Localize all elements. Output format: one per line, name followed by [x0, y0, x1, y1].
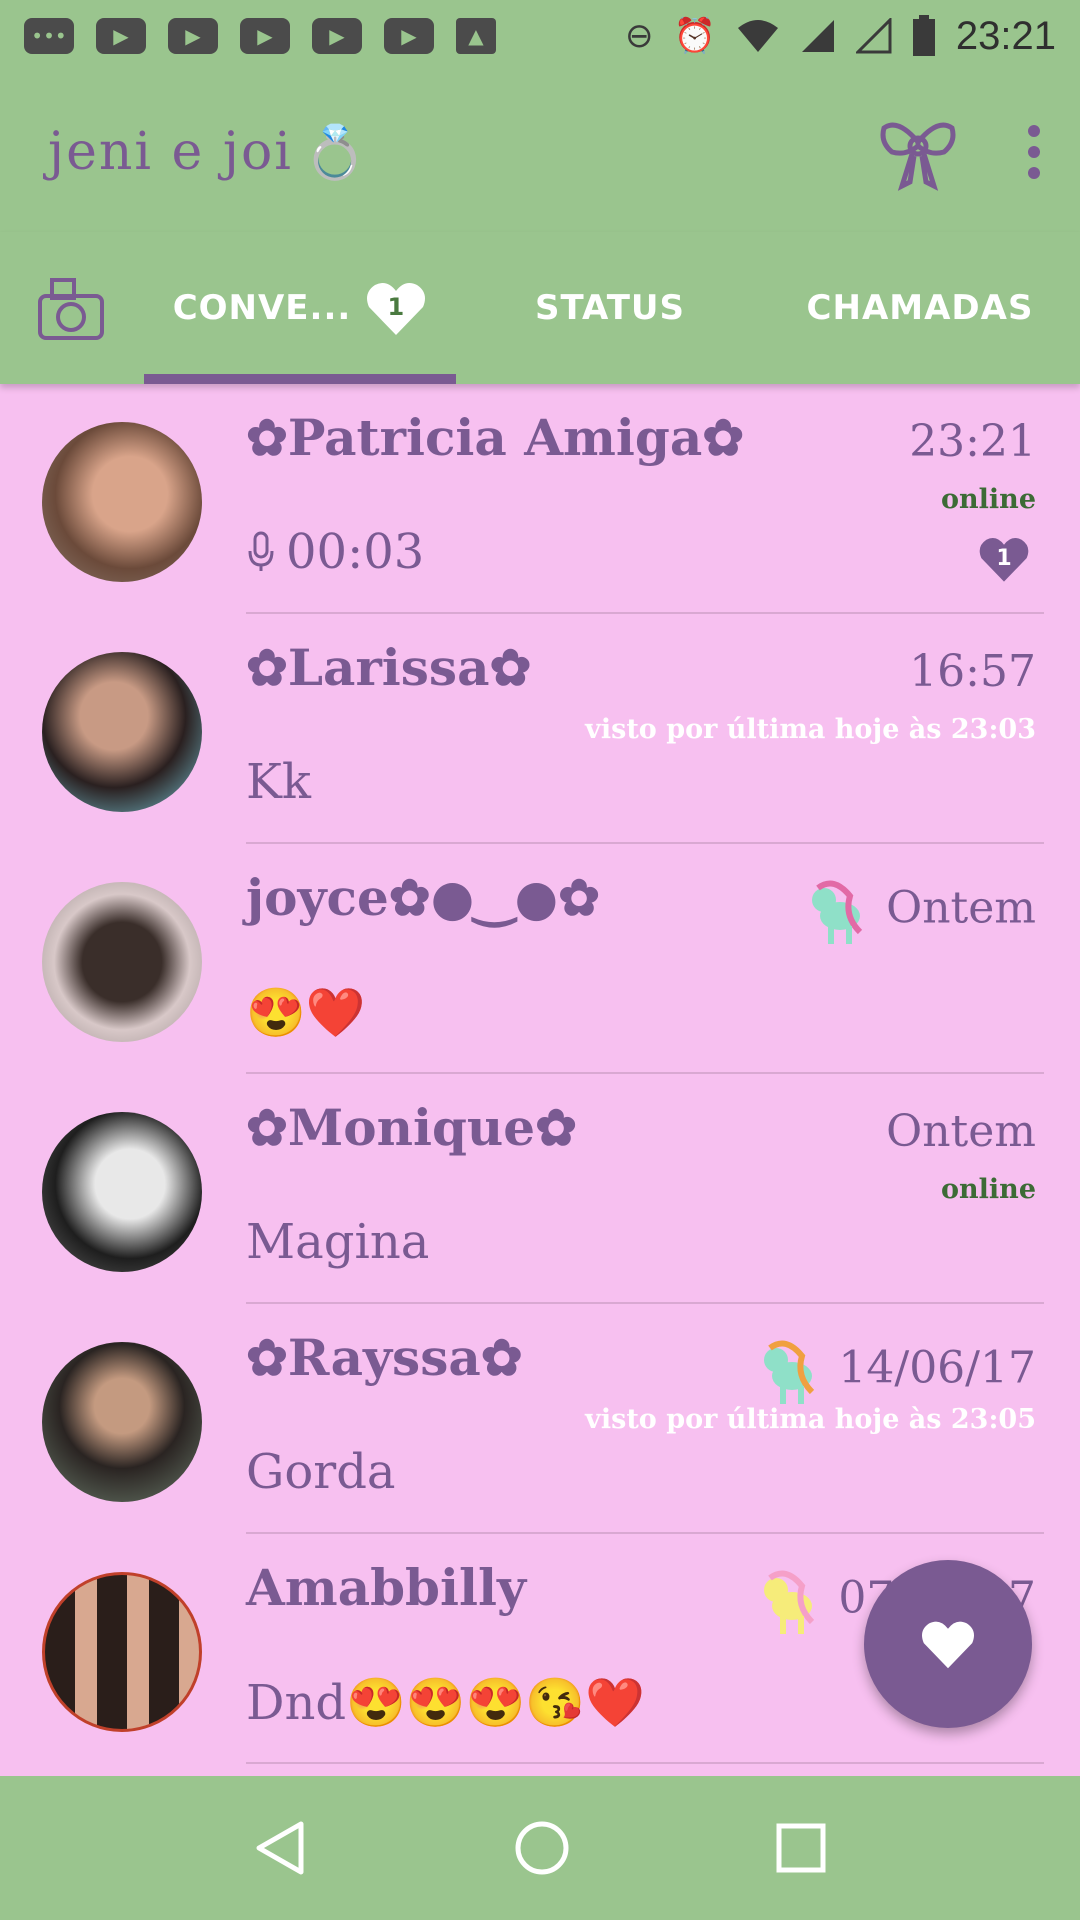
last-message: Dnd😍😍😍😘❤️ [246, 1674, 645, 1731]
gallery-icon: ▲ [456, 18, 496, 54]
chat-row[interactable]: ✿Larissa✿ 16:57 visto por última hoje às… [0, 614, 1080, 844]
status-bar: ••• ▶ ▶ ▶ ▶ ▶ ▲ ⊖ ⏰ 23:21 [0, 0, 1080, 72]
unread-badge: 1 [978, 534, 1030, 584]
messenger-icon: ••• [24, 18, 74, 54]
presence-status: online [941, 1174, 1036, 1205]
message-text: Gorda [246, 1444, 396, 1500]
tab-label: CONVE... [172, 288, 352, 328]
battery-icon [912, 15, 935, 56]
chat-time: Ontem [886, 1106, 1036, 1157]
chat-row[interactable]: joyce✿●‿●✿ Ontem 😍❤️ [0, 844, 1080, 1074]
last-message: Gorda [246, 1444, 396, 1500]
tab-label: CHAMADAS [806, 288, 1034, 328]
recents-icon[interactable] [773, 1820, 829, 1876]
last-message: Magina [246, 1214, 429, 1270]
tab-bar: CONVE... 1 STATUS CHAMADAS [0, 232, 1080, 384]
time-text: Ontem [886, 882, 1036, 934]
message-text: Kk [246, 754, 311, 810]
chat-row[interactable]: ✿Monique✿ Ontem online Magina [0, 1074, 1080, 1304]
new-chat-button[interactable] [864, 1560, 1032, 1728]
avatar[interactable] [42, 1572, 202, 1732]
time-text: 14/06/17 [838, 1342, 1036, 1394]
presence-status: online [941, 484, 1036, 515]
notification-icons: ••• ▶ ▶ ▶ ▶ ▶ ▲ [24, 18, 496, 54]
youtube-icon: ▶ [240, 18, 290, 54]
pony-icon [764, 1570, 815, 1634]
message-text: 😍❤️ [246, 985, 366, 1041]
home-icon[interactable] [512, 1818, 572, 1878]
youtube-icon: ▶ [312, 18, 362, 54]
camera-icon[interactable] [36, 274, 106, 344]
ring-emoji: 💍 [302, 122, 368, 183]
last-message: 00:03 [246, 524, 424, 580]
avatar[interactable] [42, 1342, 202, 1502]
message-text: Magina [246, 1214, 430, 1270]
contact-name: Amabbilly [246, 1558, 527, 1617]
pony-icon [812, 880, 863, 944]
alarm-icon: ⏰ [673, 16, 716, 56]
avatar[interactable] [42, 1112, 202, 1272]
tab-indicator [144, 374, 456, 384]
youtube-icon: ▶ [168, 18, 218, 54]
avatar[interactable] [42, 422, 202, 582]
last-message: Kk [246, 754, 311, 810]
contact-name: ✿Patricia Amiga✿ [246, 408, 745, 467]
wifi-icon [737, 20, 778, 52]
last-seen: visto por última hoje às 23:05 [585, 1404, 1036, 1435]
chat-time: Ontem [804, 876, 1036, 946]
avatar[interactable] [42, 652, 202, 812]
contact-name: ✿Larissa✿ [246, 638, 532, 697]
heart-chat-icon [922, 1621, 974, 1669]
badge-count: 1 [387, 293, 406, 321]
tab-status[interactable]: STATUS [490, 232, 730, 384]
back-icon[interactable] [251, 1818, 311, 1878]
app-title: jeni e joi [48, 122, 293, 182]
unread-count: 1 [996, 546, 1012, 571]
more-options-icon[interactable] [1028, 125, 1040, 179]
youtube-icon: ▶ [384, 18, 434, 54]
pony-icon [764, 1340, 815, 1404]
system-icons: ⊖ ⏰ 23:21 [625, 14, 1056, 59]
tab-label: STATUS [534, 288, 685, 328]
contact-name: ✿Rayssa✿ [246, 1328, 523, 1387]
navigation-bar [0, 1776, 1080, 1920]
microphone-icon [248, 531, 274, 571]
contact-name: ✿Monique✿ [246, 1098, 577, 1157]
clock: 23:21 [955, 13, 1056, 58]
chat-row[interactable]: ✿Rayssa✿ 14/06/17 visto por última hoje … [0, 1304, 1080, 1534]
app-bar: jeni e joi 💍 [0, 72, 1080, 232]
last-message: 😍❤️ [246, 984, 366, 1041]
chat-time: 16:57 [909, 646, 1036, 697]
unread-heart-badge: 1 [365, 279, 427, 337]
chat-row[interactable]: ✿Patricia Amiga✿ 23:21 online 00:03 1 [0, 384, 1080, 614]
tab-conversations[interactable]: CONVE... 1 [144, 232, 456, 384]
chat-time: 14/06/17 [756, 1336, 1036, 1406]
tab-calls[interactable]: CHAMADAS [790, 232, 1050, 384]
last-seen: visto por última hoje às 23:03 [585, 714, 1036, 745]
signal-icon [801, 20, 834, 52]
do-not-disturb-icon: ⊖ [625, 16, 654, 56]
youtube-icon: ▶ [96, 18, 146, 54]
message-text: 00:03 [286, 524, 425, 580]
divider [246, 1762, 1044, 1764]
bow-icon[interactable] [878, 112, 958, 192]
contact-name: joyce✿●‿●✿ [246, 868, 600, 927]
message-text: Dnd😍😍😍😘❤️ [246, 1675, 645, 1731]
chat-time: 23:21 [909, 416, 1036, 467]
signal-empty-icon [855, 18, 892, 54]
avatar[interactable] [42, 882, 202, 1042]
